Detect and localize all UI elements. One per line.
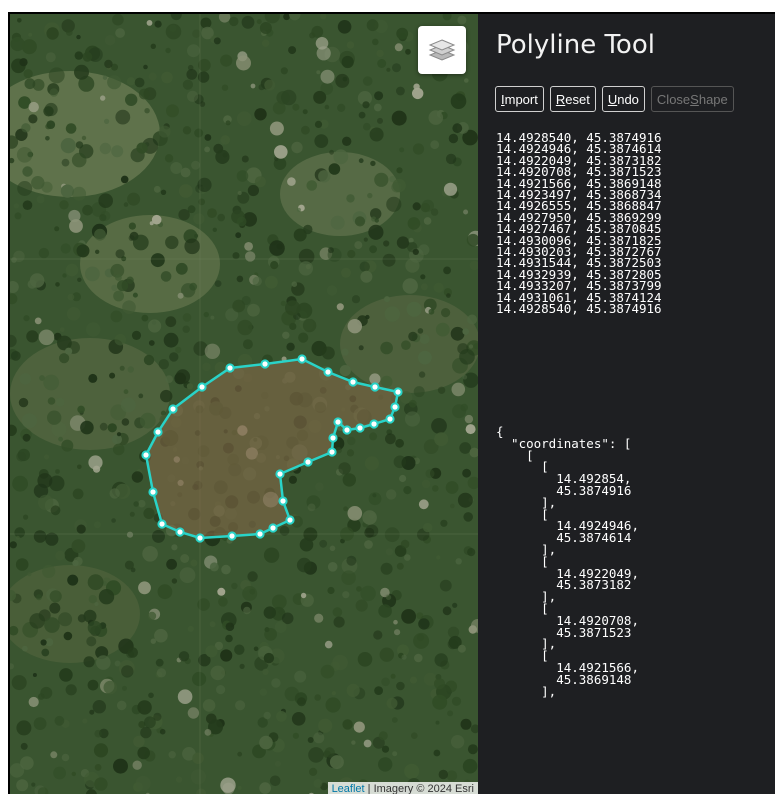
vertex-marker[interactable] — [369, 419, 379, 429]
reset-button[interactable]: Reset — [549, 86, 596, 112]
coordinate-list: 14.4928540, 45.3874916 14.4924946, 45.387… — [496, 131, 662, 317]
vertex-marker[interactable] — [168, 404, 178, 414]
app-frame: Leaflet | Imagery © 2024 Esri Polyline T… — [8, 12, 775, 794]
vertex-marker[interactable] — [278, 496, 288, 506]
vertex-marker[interactable] — [393, 387, 403, 397]
vertex-marker[interactable] — [285, 515, 295, 525]
vertex-marker[interactable] — [348, 377, 358, 387]
vertex-marker[interactable] — [157, 519, 167, 529]
polygon-overlay[interactable] — [10, 14, 478, 794]
vertex-marker[interactable] — [297, 354, 307, 364]
satellite-map[interactable]: Leaflet | Imagery © 2024 Esri — [10, 14, 478, 794]
vertex-marker[interactable] — [370, 382, 380, 392]
vertex-marker[interactable] — [333, 417, 343, 427]
vertex-marker[interactable] — [275, 469, 285, 479]
vertex-marker[interactable] — [303, 457, 313, 467]
vertex-marker[interactable] — [323, 367, 333, 377]
imagery-credit: | Imagery © 2024 Esri — [364, 783, 474, 794]
toolbar: Import Reset Undo Close Shape — [495, 86, 734, 112]
vertex-marker[interactable] — [255, 529, 265, 539]
meadow-area — [146, 359, 398, 538]
page-title: Polyline Tool — [496, 30, 655, 60]
vertex-marker[interactable] — [175, 527, 185, 537]
vertex-marker[interactable] — [328, 433, 338, 443]
polyline-tool-panel: Polyline Tool Import Reset Undo Close Sh… — [478, 14, 775, 794]
vertex-marker[interactable] — [327, 447, 337, 457]
vertex-marker[interactable] — [355, 423, 365, 433]
geojson-output: { "coordinates": [ [ [ 14.492854, 45.387… — [496, 424, 639, 699]
vertex-marker[interactable] — [385, 414, 395, 424]
vertex-marker[interactable] — [260, 359, 270, 369]
vertex-marker[interactable] — [195, 533, 205, 543]
layers-icon — [428, 39, 456, 61]
vertex-marker[interactable] — [153, 427, 163, 437]
vertex-marker[interactable] — [197, 382, 207, 392]
undo-button[interactable]: Undo — [601, 86, 645, 112]
vertex-marker[interactable] — [342, 425, 352, 435]
vertex-marker[interactable] — [268, 523, 278, 533]
vertex-marker[interactable] — [141, 450, 151, 460]
layers-control-button[interactable] — [418, 26, 466, 74]
vertex-marker[interactable] — [148, 487, 158, 497]
coordinate-line: 14.4928540, 45.3874916 — [496, 301, 662, 317]
vertex-marker[interactable] — [225, 363, 235, 373]
leaflet-link[interactable]: Leaflet — [332, 783, 365, 794]
map-attribution: Leaflet | Imagery © 2024 Esri — [327, 782, 478, 794]
vertex-marker[interactable] — [227, 531, 237, 541]
import-button[interactable]: Import — [495, 86, 544, 112]
vertex-marker[interactable] — [390, 402, 400, 412]
close-shape-button[interactable]: Close Shape — [650, 86, 734, 112]
